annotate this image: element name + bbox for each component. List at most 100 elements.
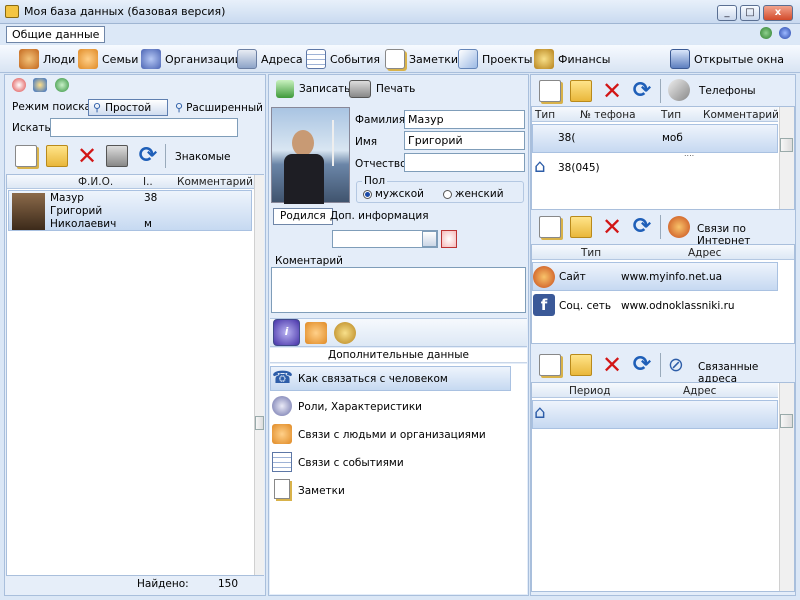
tab-born[interactable]: Родился [273, 208, 333, 225]
toolbar-families[interactable]: Семьи [78, 47, 138, 71]
phone-row-2-number[interactable]: 38(045) [558, 162, 600, 174]
add-address-button[interactable] [536, 352, 564, 378]
relations-people-icon[interactable] [272, 424, 292, 444]
internet-col-address[interactable]: Адрес [688, 247, 721, 259]
search-mode-simple[interactable]: ⚲ Простой [88, 99, 168, 116]
phones-scrollbar[interactable] [779, 107, 794, 209]
phones-scrollbar-thumb[interactable] [780, 138, 793, 152]
print-list-button[interactable] [103, 143, 131, 169]
gender-female-radio[interactable]: женский [443, 188, 504, 200]
person-surname: Мазур [50, 192, 84, 204]
print-button[interactable]: Печать [349, 80, 415, 98]
toolbar-divider [660, 353, 661, 377]
minimize-button[interactable]: _ [717, 5, 737, 21]
comment-field[interactable] [271, 267, 526, 313]
toolbar-events[interactable]: События [306, 47, 380, 71]
delete-address-button[interactable]: ✕ [598, 352, 626, 378]
photo-sail [332, 120, 334, 166]
surname-field[interactable]: Мазур [404, 110, 525, 129]
toolbar-finances[interactable]: Финансы [534, 47, 610, 71]
open-address-button[interactable] [567, 352, 595, 378]
phones-col-comment[interactable]: Комментарий [703, 109, 779, 121]
toolbar-notes[interactable]: Заметки [385, 47, 458, 71]
search-mode-label: Режим поиска: [12, 101, 95, 113]
tab-extra-info[interactable]: Доп. информация [330, 210, 429, 222]
toolbar-open-windows[interactable]: Открытые окна [670, 47, 784, 71]
extra-data-list [270, 364, 527, 594]
toolbar-projects[interactable]: Проекты [458, 47, 533, 71]
search-input[interactable] [50, 118, 238, 137]
gender-male-radio[interactable]: мужской [363, 188, 424, 200]
close-button[interactable]: x [763, 5, 793, 21]
save-icon [276, 80, 294, 98]
addresses-col-address[interactable]: Адрес [683, 385, 716, 397]
roles-mask-icon[interactable] [272, 396, 292, 416]
phones-col-number[interactable]: № тефона [580, 109, 636, 121]
people-scrollbar-thumb[interactable] [255, 416, 264, 430]
delete-internet-button[interactable]: ✕ [598, 214, 626, 240]
people-table [6, 174, 264, 576]
refresh-internet-button[interactable]: ⟳ [628, 214, 656, 240]
toolbar-divider [660, 215, 661, 239]
column-comment[interactable]: Комментарий [177, 176, 253, 188]
globe-icon[interactable] [760, 27, 772, 39]
refresh-phone-button[interactable]: ⟳ [628, 78, 656, 104]
addresses-col-period[interactable]: Период [569, 385, 611, 397]
add-person-button[interactable] [12, 143, 40, 169]
alarm-icon[interactable] [441, 230, 457, 248]
help-icon[interactable] [779, 27, 791, 39]
date-picker-icon[interactable] [422, 231, 437, 247]
phone-row-1-number: 38( [558, 132, 576, 144]
column-age[interactable]: I.. [143, 176, 153, 188]
patronymic-field[interactable] [404, 153, 525, 172]
address-row-1[interactable] [532, 400, 778, 429]
magnifier-icon: ⚲ [93, 101, 102, 114]
name-field[interactable]: Григорий [404, 131, 525, 150]
events-calendar-icon[interactable] [272, 452, 292, 472]
extra-item-notes[interactable]: Заметки [298, 485, 345, 497]
toolbar-organizations[interactable]: Организации [141, 47, 242, 71]
contacts-icon[interactable] [33, 78, 47, 92]
refresh-icon: ⟳ [632, 78, 652, 103]
tab-general-data[interactable]: Общие данные [6, 26, 106, 43]
column-fio[interactable]: Ф.И.О. [78, 176, 113, 188]
info-tab-icon[interactable]: i [273, 319, 300, 346]
notes-icon[interactable] [274, 479, 290, 499]
organization-icon [141, 49, 161, 69]
phones-col-type2[interactable]: Тип [661, 109, 681, 121]
add-internet-button[interactable] [536, 214, 564, 240]
extra-item-relations[interactable]: Связи с людьми и организациями [298, 429, 486, 441]
extra-item-events[interactable]: Связи с событиями [298, 457, 404, 469]
delete-phone-button[interactable]: ✕ [598, 78, 626, 104]
add-phone-button[interactable] [536, 78, 564, 104]
save-button[interactable]: Записать [276, 80, 350, 98]
internet-row-1-address: www.myinfo.net.ua [621, 271, 723, 283]
open-internet-button[interactable] [567, 214, 595, 240]
delete-icon: ✕ [601, 77, 623, 105]
open-phone-button[interactable] [567, 78, 595, 104]
search-mode-advanced[interactable]: ⚲ Расширенный [175, 99, 263, 116]
clock-icon[interactable] [12, 78, 26, 92]
addresses-scrollbar-thumb[interactable] [780, 414, 793, 428]
person-photo[interactable] [271, 107, 350, 204]
open-person-button[interactable] [43, 143, 71, 169]
folder-icon [570, 216, 592, 238]
people-tab-icon[interactable] [305, 322, 327, 344]
internet-col-type[interactable]: Тип [581, 247, 601, 259]
refresh-list-button[interactable]: ⟳ [134, 143, 162, 169]
people-scrollbar[interactable] [254, 175, 264, 575]
toolbar-people[interactable]: Люди [19, 47, 75, 71]
toolbar-addresses[interactable]: Адреса [237, 47, 303, 71]
globe-filter-icon[interactable] [55, 78, 69, 92]
extra-item-roles[interactable]: Роли, Характеристики [298, 401, 422, 413]
phones-col-type[interactable]: Тип [535, 109, 555, 121]
folder-icon [570, 354, 592, 376]
maximize-button[interactable]: □ [740, 5, 760, 21]
address-icon [237, 49, 257, 69]
internet-row-2-address[interactable]: www.odnoklassniki.ru [621, 300, 735, 312]
internet-row-2-type[interactable]: Соц. сеть [559, 300, 611, 312]
delete-person-button[interactable]: ✕ [73, 143, 101, 169]
toolbar-divider [660, 79, 661, 103]
refresh-address-button[interactable]: ⟳ [628, 352, 656, 378]
finance-tab-icon[interactable] [334, 322, 356, 344]
